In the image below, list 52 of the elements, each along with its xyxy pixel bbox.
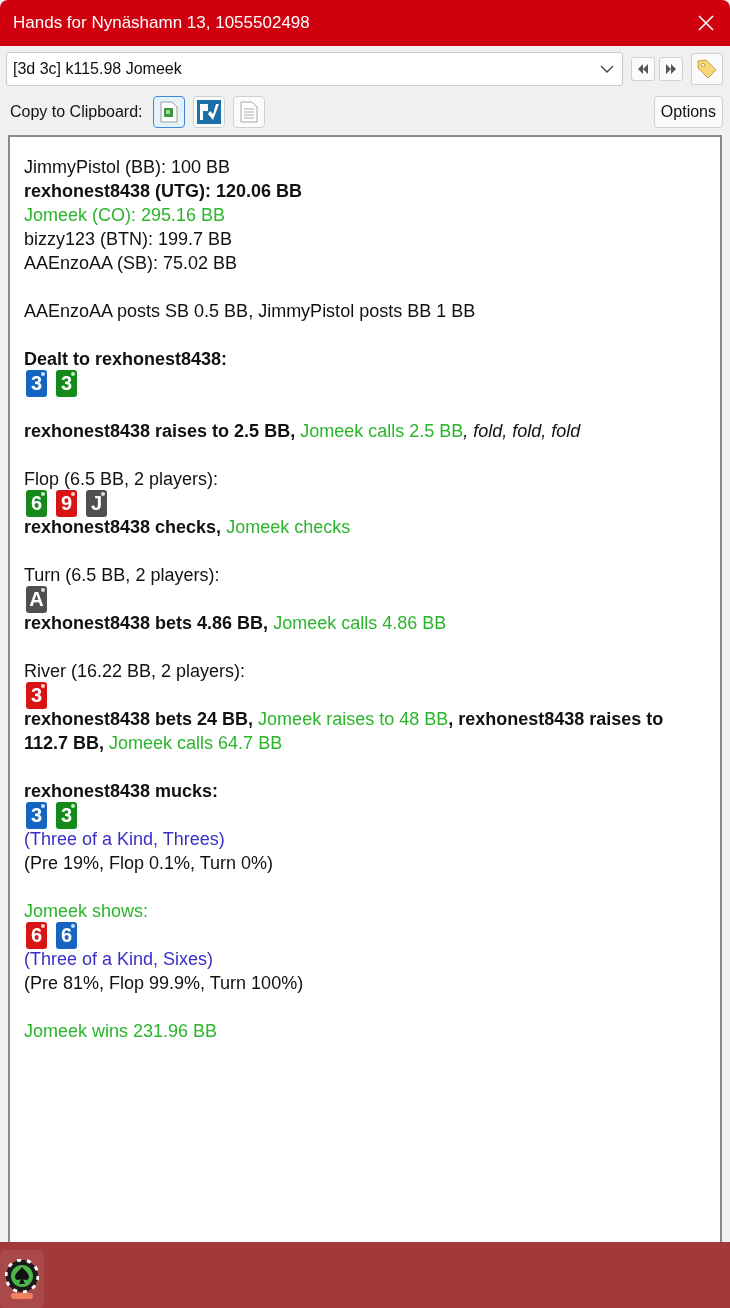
previous-button[interactable]: [631, 57, 655, 81]
playing-card: 3: [56, 801, 77, 829]
close-icon: [696, 13, 716, 33]
tag-icon: [695, 57, 719, 81]
history-line: Jomeek wins 231.96 BB: [24, 1020, 219, 1043]
window-title: Hands for Nynäshamn 13, 1055502498: [13, 13, 310, 33]
history-line: bizzy123 (BTN): 199.7 BB: [24, 228, 234, 251]
history-line: (Three of a Kind, Threes): [24, 828, 226, 851]
poker-chip-icon: [5, 1259, 39, 1293]
history-line: rexhonest8438 bets 4.86 BB, Jomeek calls 4.86 BB: [24, 612, 448, 635]
history-line: Turn (6.5 BB, 2 players):: [24, 564, 221, 587]
history-line: rexhonest8438 (UTG): 120.06 BB: [24, 180, 304, 203]
history-line: rexhonest8438 mucks:: [24, 780, 220, 803]
playing-card: 9: [56, 489, 77, 517]
history-line: Jomeek shows:: [24, 900, 150, 923]
image-document-icon: [158, 101, 179, 123]
history-line: Jomeek (CO): 295.16 BB: [24, 204, 227, 227]
playing-card: 3: [56, 369, 77, 397]
history-line: Dealt to rexhonest8438:: [24, 348, 229, 371]
playing-card: 6: [26, 921, 47, 949]
image-copy-button[interactable]: [152, 96, 185, 128]
forum-copy-button[interactable]: [192, 96, 225, 128]
playing-card: 3: [26, 801, 47, 829]
history-line: AAEnzoAA posts SB 0.5 BB, JimmyPistol posts BB 1 BB: [24, 300, 477, 323]
rewind-icon: [637, 64, 649, 74]
playing-card: 3: [26, 681, 47, 709]
poker-app-taskbar-button[interactable]: [0, 1250, 44, 1308]
close-button[interactable]: [696, 13, 716, 33]
forum-logo-icon: [196, 100, 221, 124]
history-line: rexhonest8438 bets 24 BB, Jomeek raises to 48 BB, rexhonest8438 raises to 112.7 BB, Jomeek calls 64.7 BB: [24, 708, 665, 755]
playing-card: A: [26, 585, 47, 613]
options-button[interactable]: Options: [653, 96, 723, 128]
history-line: rexhonest8438 raises to 2.5 BB, Jomeek calls 2.5 BB, fold, fold, fold: [24, 420, 582, 443]
fast-forward-icon: [665, 64, 677, 74]
history-line: (Pre 19%, Flop 0.1%, Turn 0%): [24, 852, 275, 875]
playing-card: 3: [26, 369, 47, 397]
playing-card: 6: [56, 921, 77, 949]
history-line: (Pre 81%, Flop 99.9%, Turn 100%): [24, 972, 305, 995]
history-line: (Three of a Kind, Sixes): [24, 948, 215, 971]
next-button[interactable]: [659, 57, 683, 81]
history-line: River (16.22 BB, 2 players):: [24, 660, 247, 683]
hand-dropdown[interactable]: [3d 3c] k115.98 Jomeek: [6, 52, 623, 86]
text-document-icon: [239, 101, 258, 123]
history-line: Flop (6.5 BB, 2 players):: [24, 468, 220, 491]
copy-label: Copy to Clipboard:: [10, 103, 143, 121]
playing-card: 6: [26, 489, 47, 517]
history-line: AAEnzoAA (SB): 75.02 BB: [24, 252, 239, 275]
caret-icon: [600, 65, 614, 73]
playing-card: J: [86, 489, 107, 517]
running-indicator-icon: [11, 1293, 33, 1299]
history-line: rexhonest8438 checks, Jomeek checks: [24, 516, 352, 539]
history-line: JimmyPistol (BB): 100 BB: [24, 156, 232, 179]
